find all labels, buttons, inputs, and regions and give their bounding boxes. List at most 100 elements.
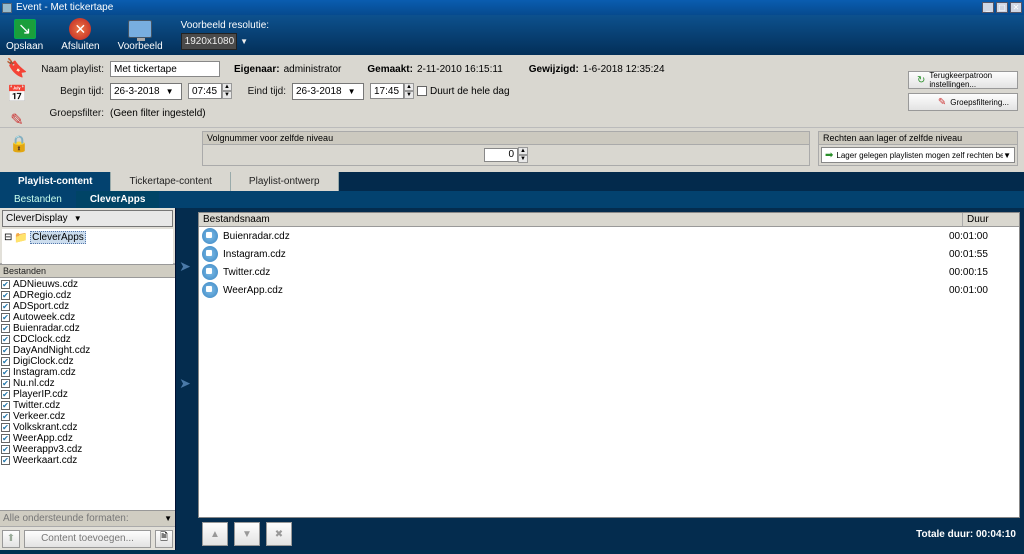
tree-node[interactable]: ⊟ 📁 CleverApps — [4, 231, 171, 244]
upload-button[interactable]: ⬆ — [2, 530, 20, 548]
list-item[interactable]: ✔Autoweek.cdz — [1, 312, 174, 323]
end-date-dropdown[interactable]: 26-3-2018▼ — [292, 83, 364, 100]
file-name: Weerappv3.cdz — [13, 444, 82, 455]
checkbox-icon[interactable]: ✔ — [1, 291, 10, 300]
file-list[interactable]: ✔ADNieuws.cdz✔ADRegio.cdz✔ADSport.cdz✔Au… — [0, 278, 175, 510]
checkbox-icon[interactable]: ✔ — [1, 368, 10, 377]
checkbox-icon[interactable]: ✔ — [1, 390, 10, 399]
recurrence-button[interactable]: ↻ Terugkeerpatroon instellingen... — [908, 71, 1018, 89]
calendar-icon[interactable]: 📅 — [4, 83, 30, 105]
list-item[interactable]: ✔ADNieuws.cdz — [1, 279, 174, 290]
begin-time-spinner[interactable]: ▲▼ — [222, 83, 232, 99]
checkbox-icon[interactable]: ✔ — [1, 302, 10, 311]
subtab-files[interactable]: Bestanden — [0, 191, 76, 208]
col-duration[interactable]: Duur — [963, 213, 1019, 226]
transfer-right-bottom[interactable]: ➤ — [179, 375, 191, 392]
preview-label: Voorbeeld — [118, 41, 163, 52]
list-item[interactable]: ✔ADSport.cdz — [1, 301, 174, 312]
move-down-button[interactable]: ▼ — [234, 522, 260, 546]
resolution-dropdown[interactable]: 1920x1080 ▼ — [181, 33, 237, 50]
up-icon: ▲ — [210, 529, 220, 540]
subtab-cleverapps[interactable]: CleverApps — [76, 191, 160, 208]
name-input[interactable]: Met tickertape — [110, 61, 220, 77]
tab-playlist-content[interactable]: Playlist-content — [0, 172, 111, 191]
grid-body[interactable]: Buienradar.cdz00:01:00Instagram.cdz00:01… — [199, 227, 1019, 517]
grid-header: Bestandsnaam Duur — [199, 213, 1019, 227]
list-item[interactable]: ✔WeerApp.cdz — [1, 433, 174, 444]
content-grid: Bestandsnaam Duur Buienradar.cdz00:01:00… — [198, 212, 1020, 518]
table-row[interactable]: Twitter.cdz00:00:15 — [199, 263, 1019, 281]
begin-date-dropdown[interactable]: 26-3-2018▼ — [110, 83, 182, 100]
form-panel: 🔖 📅 ✎ Naam playlist: Met tickertape Eige… — [0, 55, 1024, 127]
close-button[interactable]: ✕ Afsluiten — [61, 18, 99, 52]
list-item[interactable]: ✔Instagram.cdz — [1, 367, 174, 378]
end-time-spinner[interactable]: ▲▼ — [404, 83, 414, 99]
begin-label: Begin tijd: — [40, 86, 110, 97]
preview-button[interactable]: Voorbeeld — [118, 18, 163, 52]
save-button[interactable]: ↘ Opslaan — [6, 18, 43, 52]
lock-icon[interactable]: 🔒 — [6, 131, 32, 157]
list-item[interactable]: ✔Twitter.cdz — [1, 400, 174, 411]
list-item[interactable]: ✔Buienradar.cdz — [1, 323, 174, 334]
move-up-button[interactable]: ▲ — [202, 522, 228, 546]
checkbox-icon[interactable]: ✔ — [1, 423, 10, 432]
allday-checkbox[interactable] — [417, 86, 427, 96]
main-tabs: Playlist-content Tickertape-content Play… — [0, 172, 1024, 191]
groupfilter-button[interactable]: ✎ Groepsfiltering... — [908, 93, 1018, 111]
row-filename: Buienradar.cdz — [221, 231, 949, 242]
begin-time-input[interactable]: 07:45 — [188, 83, 222, 99]
list-item[interactable]: ✔Nu.nl.cdz — [1, 378, 174, 389]
tab-tickertape-content[interactable]: Tickertape-content — [111, 172, 230, 191]
checkbox-icon[interactable]: ✔ — [1, 313, 10, 322]
checkbox-icon[interactable]: ✔ — [1, 445, 10, 454]
checkbox-icon[interactable]: ✔ — [1, 357, 10, 366]
app-item-icon — [202, 246, 218, 262]
checkbox-icon[interactable]: ✔ — [1, 280, 10, 289]
checkbox-icon[interactable]: ✔ — [1, 346, 10, 355]
list-item[interactable]: ✔Weerappv3.cdz — [1, 444, 174, 455]
list-item[interactable]: ✔Verkeer.cdz — [1, 411, 174, 422]
checkbox-icon[interactable]: ✔ — [1, 456, 10, 465]
close-window-button[interactable]: ✕ — [1010, 2, 1022, 13]
end-time-input[interactable]: 17:45 — [370, 83, 404, 99]
remove-button[interactable]: ✖ — [266, 522, 292, 546]
col-filename[interactable]: Bestandsnaam — [199, 213, 963, 226]
checkbox-icon[interactable]: ✔ — [1, 335, 10, 344]
folder-tree[interactable]: ⊟ 📁 CleverApps — [2, 229, 173, 265]
formats-dropdown[interactable]: Alle ondersteunde formaten: ▼ — [0, 510, 175, 526]
list-item[interactable]: ✔ADRegio.cdz — [1, 290, 174, 301]
list-item[interactable]: ✔Volkskrant.cdz — [1, 422, 174, 433]
checkbox-icon[interactable]: ✔ — [1, 401, 10, 410]
filter-value[interactable]: (Geen filter ingesteld) — [110, 108, 206, 119]
owner-value: administrator — [284, 64, 342, 75]
checkbox-icon[interactable]: ✔ — [1, 379, 10, 388]
checkbox-icon[interactable]: ✔ — [1, 434, 10, 443]
row-filename: WeerApp.cdz — [221, 285, 949, 296]
checkbox-icon[interactable]: ✔ — [1, 412, 10, 421]
list-item[interactable]: ✔CDClock.cdz — [1, 334, 174, 345]
tag-icon[interactable]: 🔖 — [4, 57, 30, 79]
tab-playlist-design[interactable]: Playlist-ontwerp — [231, 172, 339, 191]
pencil-icon[interactable]: ✎ — [4, 109, 30, 131]
table-row[interactable]: WeerApp.cdz00:01:00 — [199, 281, 1019, 299]
checkbox-icon[interactable]: ✔ — [1, 324, 10, 333]
transfer-right-top[interactable]: ➤ — [179, 258, 191, 275]
table-row[interactable]: Buienradar.cdz00:01:00 — [199, 227, 1019, 245]
source-dropdown[interactable]: CleverDisplay▼ — [2, 210, 173, 227]
minimize-button[interactable]: _ — [982, 2, 994, 13]
sequence-spinner[interactable]: ▲▼ — [518, 147, 528, 163]
document-button[interactable]: 🗎 — [155, 530, 173, 548]
resolution-value: 1920x1080 — [185, 36, 235, 47]
sequence-input[interactable]: 0 — [484, 148, 518, 162]
folder-icon: 📁 — [14, 231, 28, 244]
row-duration: 00:01:00 — [949, 231, 1019, 242]
list-item[interactable]: ✔PlayerIP.cdz — [1, 389, 174, 400]
list-item[interactable]: ✔Weerkaart.cdz — [1, 455, 174, 466]
add-content-button[interactable]: Content toevoegen... — [24, 530, 151, 548]
list-item[interactable]: ✔DigiClock.cdz — [1, 356, 174, 367]
maximize-button[interactable]: ▢ — [996, 2, 1008, 13]
rights-dropdown[interactable]: ➡ Lager gelegen playlisten mogen zelf re… — [821, 147, 1015, 163]
table-row[interactable]: Instagram.cdz00:01:55 — [199, 245, 1019, 263]
list-item[interactable]: ✔DayAndNight.cdz — [1, 345, 174, 356]
modified-value: 1-6-2018 12:35:24 — [583, 64, 665, 75]
